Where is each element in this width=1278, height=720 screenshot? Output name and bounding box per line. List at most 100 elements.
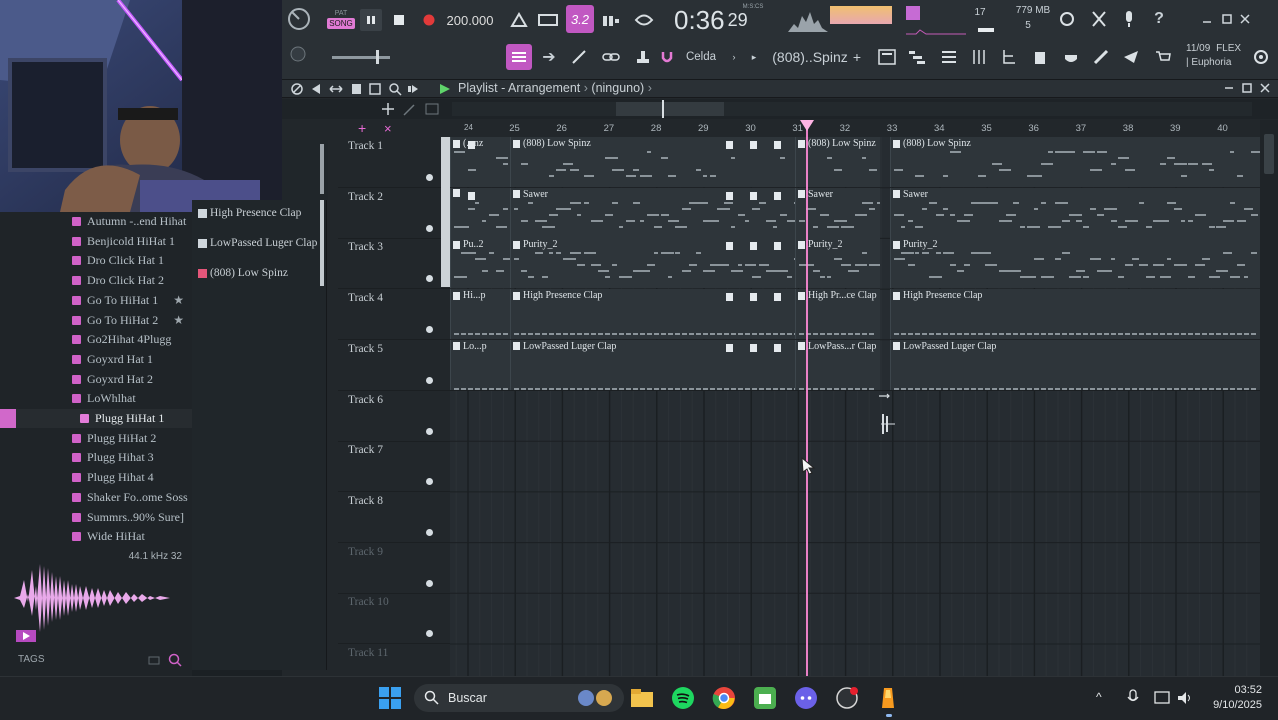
browser-item[interactable]: Plugg Hihat 3	[0, 448, 192, 467]
browser-item[interactable]: Benjicold HiHat 1	[0, 232, 192, 251]
scrollbar-thumb[interactable]	[616, 102, 724, 116]
pattern-number[interactable]: 3.2	[566, 5, 594, 33]
play-button[interactable]	[360, 9, 382, 31]
metronome-icon[interactable]	[508, 9, 530, 31]
track-mute-led[interactable]	[426, 275, 433, 283]
track-mute-led[interactable]	[426, 630, 433, 638]
pattern-clip[interactable]: Pu..2	[450, 238, 510, 289]
track-mute-led[interactable]	[426, 478, 433, 486]
audio-clip-marker[interactable]	[877, 392, 899, 436]
browser-item[interactable]: Summrs..90% Sure]	[0, 508, 192, 527]
browser-item[interactable]: Wide HiHat	[0, 527, 192, 546]
folder-icon[interactable]	[148, 654, 160, 666]
tempo-display[interactable]: 200.000	[446, 9, 494, 31]
network-icon[interactable]	[1154, 689, 1172, 707]
fl-studio-icon[interactable]	[876, 686, 900, 710]
stop-button[interactable]	[388, 9, 410, 31]
browser-item[interactable]: Go2Hihat 4Plugg	[0, 330, 192, 349]
track-mute-led[interactable]	[426, 376, 433, 384]
taskbar-search[interactable]: Buscar	[414, 684, 624, 712]
track-mute-led[interactable]	[426, 174, 433, 181]
browser-item[interactable]: Dro Click Hat 2	[0, 271, 192, 290]
playlist-button[interactable]	[506, 44, 532, 70]
track-mute-led[interactable]	[426, 579, 433, 587]
game-launcher-icon[interactable]	[835, 686, 859, 710]
record-button[interactable]	[418, 9, 440, 31]
track-mute-led[interactable]	[426, 528, 433, 536]
channel-selector[interactable]: (808)..Spinz	[766, 46, 854, 68]
browser-item[interactable]: Plugg HiHat 2	[0, 429, 192, 448]
copy-icon[interactable]	[1030, 46, 1052, 68]
track-header[interactable]: Track 2	[338, 188, 450, 239]
tool-brush-icon[interactable]	[1090, 46, 1112, 68]
stamp-icon[interactable]	[632, 46, 654, 68]
global-settings-icon[interactable]	[1252, 48, 1270, 66]
microphone-tray-icon[interactable]	[1126, 689, 1140, 707]
chrome-icon[interactable]	[712, 686, 736, 710]
add-channel-icon[interactable]: +	[850, 46, 864, 68]
step-edit-icon[interactable]	[600, 9, 622, 31]
play-sample-icon[interactable]	[16, 630, 36, 642]
master-pitch-knob-icon[interactable]	[288, 44, 308, 64]
playlist-restore-icon[interactable]	[1242, 82, 1252, 94]
help-icon[interactable]: ?	[1148, 8, 1170, 30]
minimize-window-icon[interactable]	[1198, 10, 1216, 28]
search-tags-icon[interactable]	[168, 653, 182, 667]
add-marker-icon[interactable]: +	[358, 120, 366, 136]
star-icon[interactable]: ★	[173, 293, 184, 308]
track-mute-led[interactable]	[426, 427, 433, 435]
pattern-clip[interactable]: (...nz	[450, 137, 510, 187]
file-explorer-icon[interactable]	[630, 686, 654, 710]
plugin-icon[interactable]	[1060, 46, 1082, 68]
link-icon[interactable]	[600, 46, 622, 68]
arrow-right-icon[interactable]: ➔	[538, 46, 560, 68]
picker-item[interactable]: LowPassed Luger Clap	[198, 237, 317, 249]
horizontal-scrollbar[interactable]	[452, 102, 1252, 116]
browser-item[interactable]: LoWhlhat	[0, 389, 192, 408]
track-header[interactable]: Track 8	[338, 492, 450, 543]
paint-tool-icon[interactable]	[568, 46, 590, 68]
send-icon[interactable]	[1120, 46, 1142, 68]
browser-item[interactable]: Autumn -..end Hihat	[0, 212, 192, 231]
track-header[interactable]: Track 3	[338, 238, 450, 290]
pattern-clip[interactable]: Purity_2	[890, 238, 1260, 289]
browser-item[interactable]: Goyxrd Hat 1	[0, 350, 192, 369]
restore-window-icon[interactable]	[1218, 10, 1236, 28]
master-volume-knob-icon[interactable]	[286, 6, 312, 32]
track-header[interactable]: Track 9	[338, 543, 450, 594]
pat-song-switch[interactable]: PAT SONG	[326, 6, 356, 32]
browser-item[interactable]: Shaker Fo..ome Soss	[0, 488, 192, 507]
track-mute-led[interactable]	[426, 224, 433, 232]
microphone-icon[interactable]	[1118, 8, 1140, 30]
remove-marker-icon[interactable]: ×	[384, 121, 392, 136]
vertical-scrollbar-thumb[interactable]	[1264, 134, 1274, 174]
magnet-icon[interactable]	[660, 46, 674, 68]
playlist-grid[interactable]: (...nz (808) Low Spinz (808) Low Spinz (808…	[450, 137, 1260, 676]
channel-prev-icon[interactable]: ▸	[748, 46, 760, 68]
picker-item[interactable]: High Presence Clap	[198, 207, 301, 219]
playlist-minimize-icon[interactable]	[1224, 82, 1234, 94]
shop-cart-icon[interactable]	[1152, 46, 1174, 68]
timeline-ruler[interactable]: 24 25 26 27 28 29 30 31 32 33 34 35 36 37 38 39 40	[450, 120, 1260, 137]
playhead[interactable]	[806, 120, 808, 676]
loop-record-icon[interactable]	[632, 9, 656, 31]
windows-start-icon[interactable]	[378, 686, 402, 710]
android-app-icon[interactable]	[753, 686, 777, 710]
pattern-clip[interactable]: LowPassed Luger Clap	[890, 339, 1260, 390]
taskbar-clock[interactable]: 03:52 9/10/2025	[1196, 683, 1262, 715]
track-header[interactable]: Track 5	[338, 340, 450, 391]
track-mute-led[interactable]	[426, 326, 433, 334]
volume-icon[interactable]	[1176, 689, 1194, 707]
playlist-tool-icons[interactable]	[290, 81, 430, 97]
playhead-marker-icon[interactable]	[800, 120, 814, 131]
snap-selector[interactable]: Celda	[676, 46, 726, 68]
play-arrangement-icon[interactable]	[438, 81, 452, 97]
track-header[interactable]: Track 10	[338, 593, 450, 645]
mixer-icon[interactable]	[968, 46, 990, 68]
track-header[interactable]: Track 4	[338, 289, 450, 341]
wait-for-input-icon[interactable]	[536, 9, 560, 31]
pattern-clip[interactable]: High Presence Clap	[890, 289, 1260, 340]
reset-icon[interactable]	[1056, 8, 1078, 30]
pattern-clip[interactable]: (808) Low Spinz	[890, 137, 1260, 187]
overview-tools[interactable]	[378, 101, 444, 117]
